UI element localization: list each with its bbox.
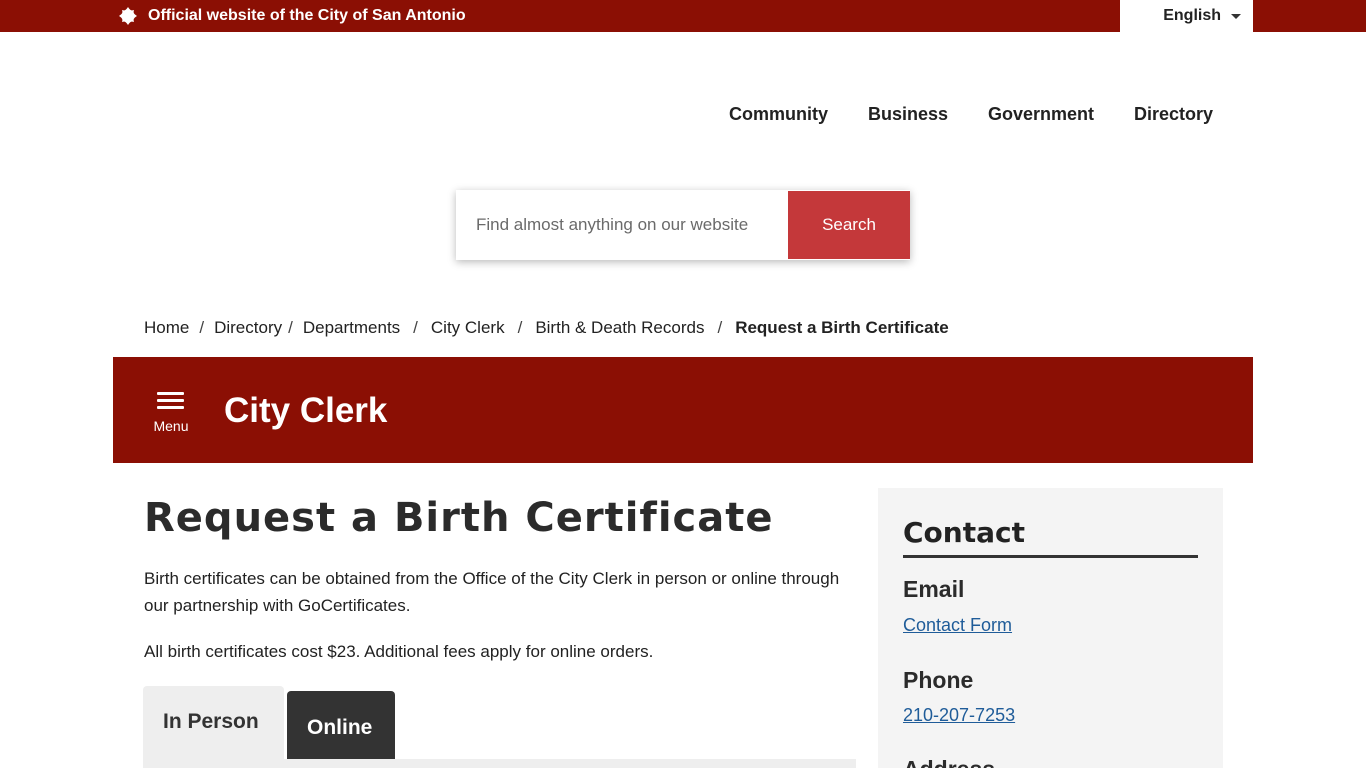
contact-form-link[interactable]: Contact Form <box>903 615 1012 636</box>
official-site-bar: Official website of the City of San Anto… <box>0 0 1366 32</box>
phone-link[interactable]: 210-207-7253 <box>903 705 1015 726</box>
nav-item-government[interactable]: Government <box>988 104 1094 125</box>
nav-item-directory[interactable]: Directory <box>1134 104 1213 125</box>
language-label: English <box>1163 7 1221 24</box>
tab-panel <box>143 759 856 768</box>
breadcrumb-home[interactable]: Home <box>144 318 189 338</box>
intro-paragraph: Birth certificates can be obtained from … <box>144 569 840 615</box>
fees-paragraph: All birth certificates cost $23. Additio… <box>144 642 654 661</box>
nav-item-community[interactable]: Community <box>729 104 828 125</box>
tab-online[interactable]: Online <box>287 691 395 768</box>
breadcrumb-separator: / <box>717 318 723 337</box>
contact-divider <box>903 555 1198 558</box>
search-button[interactable]: Search <box>788 191 910 259</box>
department-title: City Clerk <box>224 391 388 430</box>
menu-label: Menu <box>153 418 189 434</box>
phone-heading: Phone <box>903 667 974 693</box>
breadcrumb-directory[interactable]: Directory <box>214 318 282 338</box>
main-navigation: Community Business Government Directory <box>0 104 1366 130</box>
contact-heading: Contact <box>903 516 1025 549</box>
breadcrumb-current: Request a Birth Certificate <box>735 318 949 337</box>
breadcrumb-separator: / <box>288 318 293 337</box>
official-site-notice: Official website of the City of San Anto… <box>118 0 466 32</box>
search-input[interactable] <box>456 190 788 260</box>
nav-item-business[interactable]: Business <box>868 104 948 125</box>
contact-sidebar: Contact Email Contact Form Phone 210-207… <box>878 488 1223 768</box>
address-heading: Address <box>903 756 995 768</box>
breadcrumb-separator: / <box>199 318 205 337</box>
caret-down-icon <box>1231 13 1241 19</box>
page-title: Request a Birth Certificate <box>144 495 774 541</box>
site-search: Search <box>456 190 910 260</box>
language-selector[interactable]: English <box>1120 0 1253 32</box>
tab-in-person[interactable]: In Person <box>143 686 284 768</box>
official-site-text: Official website of the City of San Anto… <box>148 7 466 24</box>
email-heading: Email <box>903 576 965 602</box>
breadcrumb: Home / Directory / Departments / City Cl… <box>144 318 949 338</box>
department-banner: Menu City Clerk <box>113 357 1253 463</box>
breadcrumb-birth-death-records[interactable]: Birth & Death Records <box>535 318 704 338</box>
menu-button[interactable]: Menu <box>149 389 193 435</box>
city-seal-icon <box>119 7 137 25</box>
breadcrumb-separator: / <box>517 318 523 337</box>
hamburger-icon <box>157 392 184 410</box>
breadcrumb-city-clerk[interactable]: City Clerk <box>431 318 505 338</box>
breadcrumb-separator: / <box>413 318 418 337</box>
breadcrumb-departments[interactable]: Departments <box>303 318 400 338</box>
